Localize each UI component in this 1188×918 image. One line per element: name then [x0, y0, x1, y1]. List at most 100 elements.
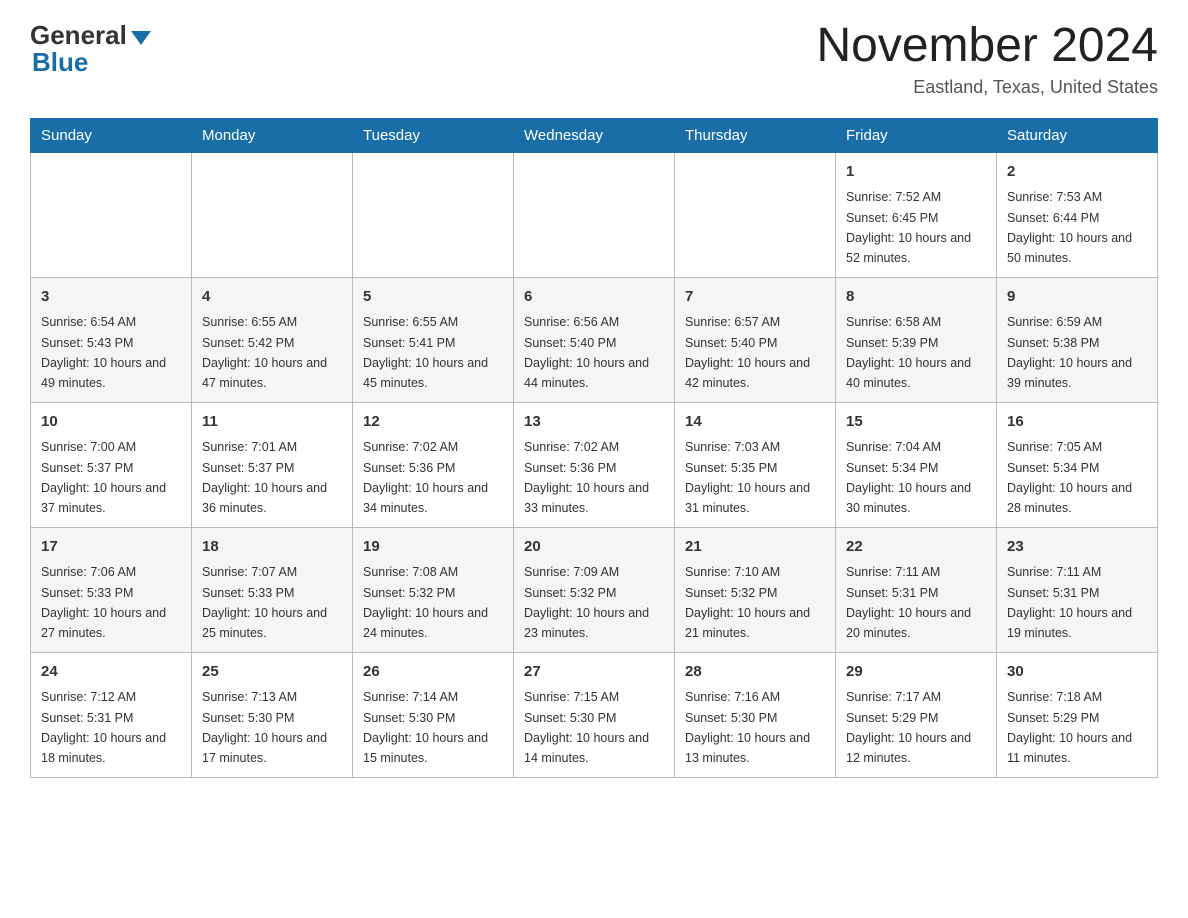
day-info: Sunrise: 6:55 AM Sunset: 5:41 PM Dayligh… [363, 315, 488, 390]
weekday-header-sunday: Sunday [31, 118, 192, 152]
weekday-header-thursday: Thursday [675, 118, 836, 152]
day-info: Sunrise: 7:02 AM Sunset: 5:36 PM Dayligh… [363, 440, 488, 515]
day-info: Sunrise: 7:53 AM Sunset: 6:44 PM Dayligh… [1007, 190, 1132, 265]
day-number: 24 [41, 661, 181, 684]
calendar-week-row: 1 Sunrise: 7:52 AM Sunset: 6:45 PM Daylig… [31, 152, 1158, 277]
day-number: 18 [202, 536, 342, 559]
day-info: Sunrise: 7:02 AM Sunset: 5:36 PM Dayligh… [524, 440, 649, 515]
weekday-header-tuesday: Tuesday [353, 118, 514, 152]
day-number: 9 [1007, 286, 1147, 309]
calendar-cell: 11 Sunrise: 7:01 AM Sunset: 5:37 PM Dayli… [192, 402, 353, 527]
day-info: Sunrise: 7:07 AM Sunset: 5:33 PM Dayligh… [202, 565, 327, 640]
calendar-cell: 26 Sunrise: 7:14 AM Sunset: 5:30 PM Dayli… [353, 652, 514, 777]
calendar-cell: 8 Sunrise: 6:58 AM Sunset: 5:39 PM Daylig… [836, 277, 997, 402]
day-number: 1 [846, 161, 986, 184]
day-info: Sunrise: 6:58 AM Sunset: 5:39 PM Dayligh… [846, 315, 971, 390]
day-number: 14 [685, 411, 825, 434]
calendar-cell: 20Sunrise: 7:09 AM Sunset: 5:32 PM Dayli… [514, 527, 675, 652]
logo-blue-text: Blue [30, 47, 88, 78]
calendar-cell: 16 Sunrise: 7:05 AM Sunset: 5:34 PM Dayli… [997, 402, 1158, 527]
day-number: 7 [685, 286, 825, 309]
day-number: 3 [41, 286, 181, 309]
weekday-header-wednesday: Wednesday [514, 118, 675, 152]
calendar-cell: 10Sunrise: 7:00 AM Sunset: 5:37 PM Dayli… [31, 402, 192, 527]
day-number: 26 [363, 661, 503, 684]
calendar-cell: 3 Sunrise: 6:54 AM Sunset: 5:43 PM Daylig… [31, 277, 192, 402]
day-number: 27 [524, 661, 664, 684]
day-info: Sunrise: 7:52 AM Sunset: 6:45 PM Dayligh… [846, 190, 971, 265]
calendar-cell: 23Sunrise: 7:11 AM Sunset: 5:31 PM Dayli… [997, 527, 1158, 652]
location-text: Eastland, Texas, United States [816, 77, 1158, 98]
day-number: 11 [202, 411, 342, 434]
day-info: Sunrise: 7:12 AM Sunset: 5:31 PM Dayligh… [41, 690, 166, 765]
calendar-cell: 9 Sunrise: 6:59 AM Sunset: 5:38 PM Daylig… [997, 277, 1158, 402]
day-number: 15 [846, 411, 986, 434]
calendar-cell: 12Sunrise: 7:02 AM Sunset: 5:36 PM Dayli… [353, 402, 514, 527]
day-info: Sunrise: 6:59 AM Sunset: 5:38 PM Dayligh… [1007, 315, 1132, 390]
day-number: 30 [1007, 661, 1147, 684]
day-info: Sunrise: 6:54 AM Sunset: 5:43 PM Dayligh… [41, 315, 166, 390]
calendar-cell: 30 Sunrise: 7:18 AM Sunset: 5:29 PM Dayli… [997, 652, 1158, 777]
calendar-cell [353, 152, 514, 277]
day-info: Sunrise: 6:56 AM Sunset: 5:40 PM Dayligh… [524, 315, 649, 390]
calendar-cell [31, 152, 192, 277]
day-number: 2 [1007, 161, 1147, 184]
day-info: Sunrise: 7:11 AM Sunset: 5:31 PM Dayligh… [846, 565, 971, 640]
weekday-header-friday: Friday [836, 118, 997, 152]
day-number: 21 [685, 536, 825, 559]
day-number: 19 [363, 536, 503, 559]
day-info: Sunrise: 7:18 AM Sunset: 5:29 PM Dayligh… [1007, 690, 1132, 765]
calendar-cell: 15 Sunrise: 7:04 AM Sunset: 5:34 PM Dayli… [836, 402, 997, 527]
calendar-cell: 25Sunrise: 7:13 AM Sunset: 5:30 PM Dayli… [192, 652, 353, 777]
day-number: 16 [1007, 411, 1147, 434]
calendar-cell: 29Sunrise: 7:17 AM Sunset: 5:29 PM Dayli… [836, 652, 997, 777]
calendar-cell: 2 Sunrise: 7:53 AM Sunset: 6:44 PM Daylig… [997, 152, 1158, 277]
page-header: General Blue November 2024 Eastland, Tex… [30, 20, 1158, 98]
month-title: November 2024 [816, 20, 1158, 73]
calendar-cell: 22 Sunrise: 7:11 AM Sunset: 5:31 PM Dayli… [836, 527, 997, 652]
calendar-cell: 18 Sunrise: 7:07 AM Sunset: 5:33 PM Dayli… [192, 527, 353, 652]
title-section: November 2024 Eastland, Texas, United St… [816, 20, 1158, 98]
calendar-cell: 13 Sunrise: 7:02 AM Sunset: 5:36 PM Dayli… [514, 402, 675, 527]
calendar-cell: 17 Sunrise: 7:06 AM Sunset: 5:33 PM Dayli… [31, 527, 192, 652]
weekday-header-saturday: Saturday [997, 118, 1158, 152]
day-number: 6 [524, 286, 664, 309]
day-info: Sunrise: 7:03 AM Sunset: 5:35 PM Dayligh… [685, 440, 810, 515]
logo: General Blue [30, 20, 151, 78]
calendar-week-row: 24 Sunrise: 7:12 AM Sunset: 5:31 PM Dayli… [31, 652, 1158, 777]
day-info: Sunrise: 7:09 AM Sunset: 5:32 PM Dayligh… [524, 565, 649, 640]
day-info: Sunrise: 6:57 AM Sunset: 5:40 PM Dayligh… [685, 315, 810, 390]
calendar-cell: 14 Sunrise: 7:03 AM Sunset: 5:35 PM Dayli… [675, 402, 836, 527]
calendar-cell: 27 Sunrise: 7:15 AM Sunset: 5:30 PM Dayli… [514, 652, 675, 777]
day-info: Sunrise: 7:11 AM Sunset: 5:31 PM Dayligh… [1007, 565, 1132, 640]
day-info: Sunrise: 7:16 AM Sunset: 5:30 PM Dayligh… [685, 690, 810, 765]
day-number: 17 [41, 536, 181, 559]
day-info: Sunrise: 7:01 AM Sunset: 5:37 PM Dayligh… [202, 440, 327, 515]
day-number: 8 [846, 286, 986, 309]
day-info: Sunrise: 7:15 AM Sunset: 5:30 PM Dayligh… [524, 690, 649, 765]
day-info: Sunrise: 7:17 AM Sunset: 5:29 PM Dayligh… [846, 690, 971, 765]
day-info: Sunrise: 7:13 AM Sunset: 5:30 PM Dayligh… [202, 690, 327, 765]
calendar-week-row: 17 Sunrise: 7:06 AM Sunset: 5:33 PM Dayli… [31, 527, 1158, 652]
day-number: 4 [202, 286, 342, 309]
calendar-cell: 1 Sunrise: 7:52 AM Sunset: 6:45 PM Daylig… [836, 152, 997, 277]
calendar-header-row: SundayMondayTuesdayWednesdayThursdayFrid… [31, 118, 1158, 152]
day-info: Sunrise: 7:05 AM Sunset: 5:34 PM Dayligh… [1007, 440, 1132, 515]
day-number: 13 [524, 411, 664, 434]
calendar-cell: 19 Sunrise: 7:08 AM Sunset: 5:32 PM Dayli… [353, 527, 514, 652]
calendar-table: SundayMondayTuesdayWednesdayThursdayFrid… [30, 118, 1158, 778]
day-info: Sunrise: 7:10 AM Sunset: 5:32 PM Dayligh… [685, 565, 810, 640]
day-number: 10 [41, 411, 181, 434]
day-number: 5 [363, 286, 503, 309]
calendar-cell: 24 Sunrise: 7:12 AM Sunset: 5:31 PM Dayli… [31, 652, 192, 777]
day-info: Sunrise: 7:14 AM Sunset: 5:30 PM Dayligh… [363, 690, 488, 765]
day-info: Sunrise: 7:04 AM Sunset: 5:34 PM Dayligh… [846, 440, 971, 515]
calendar-cell [514, 152, 675, 277]
day-info: Sunrise: 7:08 AM Sunset: 5:32 PM Dayligh… [363, 565, 488, 640]
day-number: 22 [846, 536, 986, 559]
calendar-cell: 28 Sunrise: 7:16 AM Sunset: 5:30 PM Dayli… [675, 652, 836, 777]
day-number: 28 [685, 661, 825, 684]
day-info: Sunrise: 7:06 AM Sunset: 5:33 PM Dayligh… [41, 565, 166, 640]
calendar-week-row: 3 Sunrise: 6:54 AM Sunset: 5:43 PM Daylig… [31, 277, 1158, 402]
calendar-cell: 5 Sunrise: 6:55 AM Sunset: 5:41 PM Daylig… [353, 277, 514, 402]
